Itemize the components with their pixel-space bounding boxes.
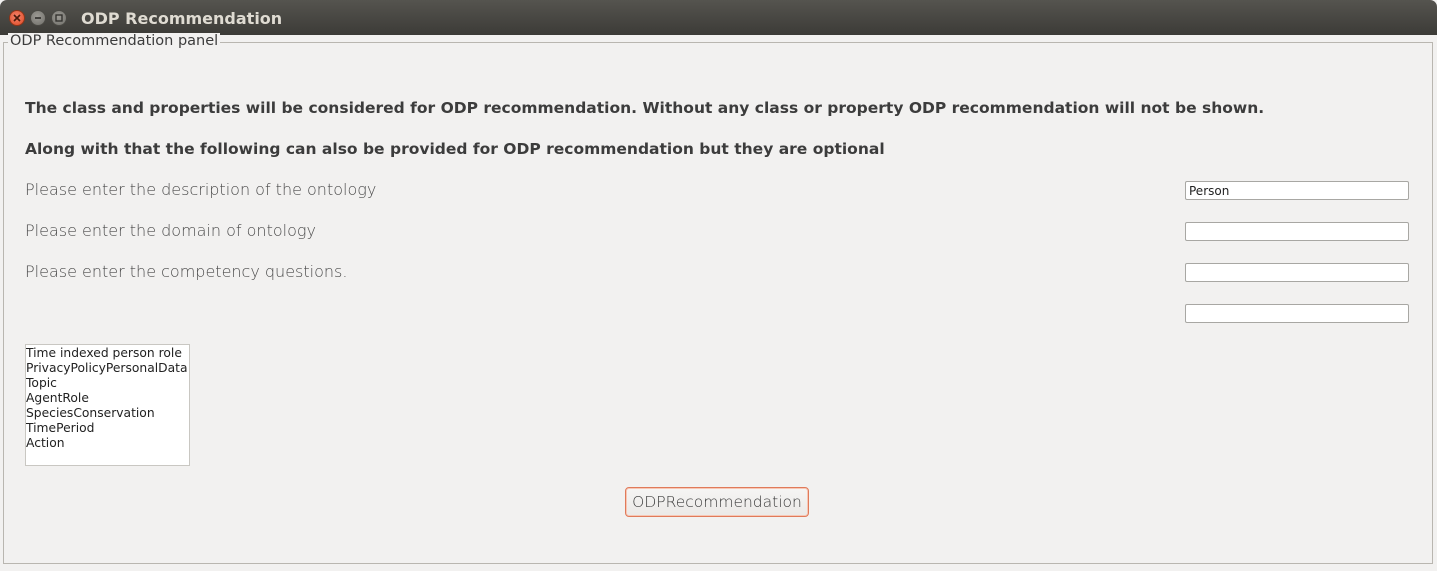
close-window-button[interactable] — [9, 10, 25, 26]
description-input[interactable] — [1185, 181, 1409, 200]
list-item[interactable]: PrivacyPolicyPersonalData — [26, 361, 189, 376]
intro-text-optional: Along with that the following can also b… — [25, 140, 885, 158]
competency-question-input-2[interactable] — [1185, 304, 1409, 323]
odp-recommendation-button[interactable]: ODPRecommendation — [625, 487, 809, 517]
list-item[interactable]: AgentRole — [26, 391, 189, 406]
minimize-window-button[interactable] — [30, 10, 46, 26]
odp-recommendation-list[interactable]: Time indexed person role PrivacyPolicyPe… — [25, 344, 190, 466]
list-item[interactable]: Action — [26, 436, 189, 451]
close-icon — [13, 14, 21, 22]
intro-text-required: The class and properties will be conside… — [25, 99, 1265, 117]
domain-input[interactable] — [1185, 222, 1409, 241]
maximize-window-button[interactable] — [51, 10, 67, 26]
competency-questions-label: Please enter the competency questions. — [25, 262, 348, 281]
minimize-icon — [35, 17, 41, 19]
application-window: ODP Recommendation ODP Recommendation pa… — [0, 0, 1437, 571]
window-title: ODP Recommendation — [81, 9, 283, 28]
list-item[interactable]: SpeciesConservation — [26, 406, 189, 421]
list-item[interactable]: Time indexed person role — [26, 346, 189, 361]
maximize-icon — [55, 14, 63, 22]
title-bar[interactable]: ODP Recommendation — [0, 0, 1437, 35]
description-label: Please enter the description of the onto… — [25, 180, 377, 199]
panel-legend: ODP Recommendation panel — [8, 33, 221, 49]
list-item[interactable]: Topic — [26, 376, 189, 391]
competency-question-input-1[interactable] — [1185, 263, 1409, 282]
list-item[interactable]: TimePeriod — [26, 421, 189, 436]
recommendation-panel — [3, 42, 1433, 564]
domain-label: Please enter the domain of ontology — [25, 221, 316, 240]
